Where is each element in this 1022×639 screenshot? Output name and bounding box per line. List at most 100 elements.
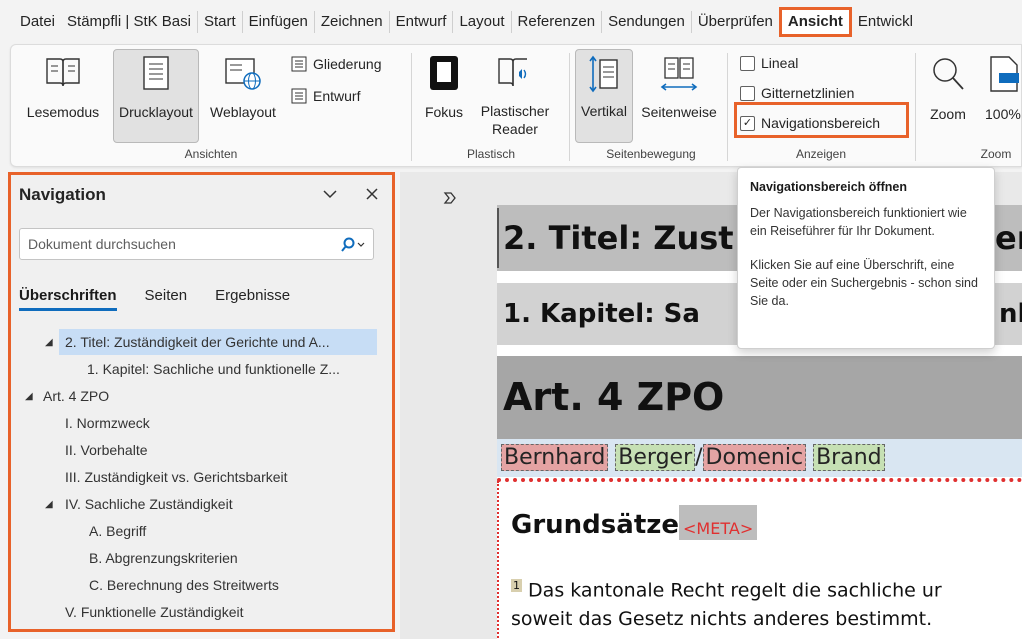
plastischer-reader-button[interactable]: Plastischer Reader bbox=[473, 51, 557, 147]
search-placeholder: Dokument durchsuchen bbox=[28, 236, 176, 252]
author-tag[interactable]: Berger bbox=[615, 444, 696, 471]
author-tag[interactable]: Brand bbox=[813, 444, 885, 471]
tree-item-begriff[interactable]: A. Begriff bbox=[89, 518, 146, 544]
menu-entwurf[interactable]: Entwurf bbox=[390, 7, 453, 37]
paragraph-line-1: Das kantonale Recht regelt die sachliche… bbox=[528, 579, 942, 602]
side-to-side-icon bbox=[660, 57, 698, 91]
heading-article[interactable]: Art. 4 ZPO bbox=[497, 356, 1022, 439]
paragraph-number: 1 bbox=[511, 579, 522, 592]
menu-start[interactable]: Start bbox=[198, 7, 242, 37]
section-border-left bbox=[497, 481, 499, 639]
menu-einfuegen[interactable]: Einfügen bbox=[243, 7, 314, 37]
authors-line[interactable]: Bernhard Berger / Domenic Brand bbox=[497, 439, 1022, 477]
group-label-anzeigen: Anzeigen bbox=[795, 147, 847, 161]
group-separator bbox=[569, 53, 570, 161]
heading-grundsaetze[interactable]: Grundsätze <META> bbox=[511, 505, 758, 540]
tree-item-sachliche-zustaendigkeit[interactable]: IV. Sachliche Zuständigkeit bbox=[65, 491, 233, 517]
menu-ueberpruefen[interactable]: Überprüfen bbox=[692, 7, 779, 37]
tooltip: Navigationsbereich öffnen Der Navigation… bbox=[737, 167, 995, 349]
author-tag[interactable]: Domenic bbox=[702, 444, 807, 471]
group-separator bbox=[915, 53, 916, 161]
lineal-checkbox[interactable]: Lineal bbox=[740, 55, 798, 71]
menu-referenzen[interactable]: Referenzen bbox=[512, 7, 602, 37]
tree-item-vorbehalte[interactable]: II. Vorbehalte bbox=[65, 437, 148, 463]
lesemodus-label: Lesemodus bbox=[26, 104, 100, 120]
chevron-down-icon[interactable] bbox=[321, 185, 339, 208]
collapse-triangle-icon[interactable]: ◢ bbox=[25, 391, 33, 402]
menu-ansicht[interactable]: Ansicht bbox=[778, 7, 852, 37]
fokus-button[interactable]: Fokus bbox=[419, 51, 469, 143]
weblayout-button[interactable]: Weblayout bbox=[203, 51, 283, 143]
checkbox-box bbox=[740, 55, 755, 71]
gitternetzlinien-label: Gitternetzlinien bbox=[761, 85, 855, 101]
seitenweise-label: Seitenweise bbox=[641, 104, 717, 120]
vertikal-label: Vertikal bbox=[581, 103, 627, 119]
menu-layout[interactable]: Layout bbox=[453, 7, 510, 37]
menu-bar: Datei Stämpfli | StK Basi Start Einfügen… bbox=[0, 0, 1022, 44]
web-layout-icon bbox=[225, 58, 261, 90]
copilot-icon[interactable] bbox=[442, 190, 458, 211]
tree-item-kapitel[interactable]: 1. Kapitel: Sachliche und funktionelle Z… bbox=[87, 356, 340, 382]
tree-item-titel[interactable]: 2. Titel: Zuständigkeit der Gerichte und… bbox=[59, 329, 377, 355]
tooltip-paragraph-2: Klicken Sie auf eine Überschrift, eine S… bbox=[750, 258, 978, 308]
gliederung-button[interactable]: Gliederung bbox=[291, 53, 401, 75]
zoom-100-label: 100% bbox=[985, 106, 1021, 122]
group-separator bbox=[411, 53, 412, 161]
tree-item-funktionelle-zustaendigkeit[interactable]: V. Funktionelle Zuständigkeit bbox=[65, 599, 243, 625]
zoom-label: Zoom bbox=[930, 106, 966, 122]
vertikal-button[interactable]: Vertikal bbox=[575, 49, 633, 143]
tree-item-normzweck[interactable]: I. Normzweck bbox=[65, 410, 150, 436]
paragraph[interactable]: 1 Das kantonale Recht regelt die sachlic… bbox=[511, 571, 942, 634]
navigationsbereich-highlight bbox=[734, 102, 909, 138]
lesemodus-button[interactable]: Lesemodus bbox=[23, 51, 103, 143]
menu-sendungen[interactable]: Sendungen bbox=[602, 7, 691, 37]
menu-datei[interactable]: Datei bbox=[14, 7, 61, 37]
drucklayout-button[interactable]: Drucklayout bbox=[113, 49, 199, 143]
navigation-title: Navigation bbox=[19, 185, 106, 204]
tree-item-abgrenzungskriterien[interactable]: B. Abgrenzungskriterien bbox=[89, 545, 238, 571]
immersive-reader-icon bbox=[498, 58, 527, 87]
tab-seiten[interactable]: Seiten bbox=[145, 287, 188, 311]
heading-kapitel-tail: nl bbox=[999, 299, 1022, 329]
drucklayout-label: Drucklayout bbox=[119, 104, 193, 120]
search-icon[interactable] bbox=[339, 237, 367, 253]
author-tag[interactable]: Bernhard bbox=[501, 444, 609, 471]
group-label-zoom: Zoom bbox=[980, 147, 1012, 161]
magnifier-icon bbox=[933, 58, 964, 90]
gitternetzlinien-checkbox[interactable]: Gitternetzlinien bbox=[740, 85, 854, 101]
meta-tag: <META> bbox=[679, 505, 758, 540]
page-100-icon bbox=[990, 56, 1019, 92]
tree-item-zustaendigkeit-gerichtsbarkeit[interactable]: III. Zuständigkeit vs. Gerichtsbarkeit bbox=[65, 464, 288, 490]
text-cursor bbox=[497, 208, 499, 268]
menu-zeichnen[interactable]: Zeichnen bbox=[315, 7, 389, 37]
tab-ergebnisse[interactable]: Ergebnisse bbox=[215, 287, 290, 311]
search-input[interactable]: Dokument durchsuchen bbox=[19, 228, 374, 260]
seitenweise-button[interactable]: Seitenweise bbox=[637, 51, 721, 143]
heading-titel-tail: er bbox=[995, 219, 1022, 257]
collapse-triangle-icon[interactable]: ◢ bbox=[45, 337, 53, 348]
tooltip-title: Navigationsbereich öffnen bbox=[750, 180, 907, 194]
group-label-ansichten: Ansichten bbox=[184, 147, 238, 161]
collapse-triangle-icon[interactable]: ◢ bbox=[45, 499, 53, 510]
group-label-seitenbewegung: Seitenbewegung bbox=[606, 147, 696, 161]
zoom-100-button[interactable]: 100% bbox=[975, 51, 1021, 143]
plastischer-label: Plastischer bbox=[480, 103, 550, 119]
entwurf-view-button[interactable]: Entwurf bbox=[291, 85, 401, 107]
paragraph-line-2: soweit das Gesetz nichts anderes bestimm… bbox=[511, 608, 933, 631]
close-icon[interactable] bbox=[363, 185, 381, 208]
menu-staempfli[interactable]: Stämpfli | StK Basi bbox=[61, 7, 197, 37]
checkbox-box bbox=[740, 85, 755, 101]
entwurf-view-label: Entwurf bbox=[313, 88, 361, 104]
grundsaetze-text: Grundsätze bbox=[511, 510, 680, 540]
tree-item-streitwert[interactable]: C. Berechnung des Streitwerts bbox=[89, 572, 279, 598]
fokus-label: Fokus bbox=[424, 104, 464, 120]
tooltip-paragraph-1: Der Navigationsbereich funktioniert wie … bbox=[750, 206, 967, 238]
gliederung-label: Gliederung bbox=[313, 56, 382, 72]
menu-entwicklertools[interactable]: Entwickl bbox=[852, 7, 919, 37]
author-separator: / bbox=[695, 445, 703, 470]
lineal-label: Lineal bbox=[761, 55, 799, 71]
zoom-button[interactable]: Zoom bbox=[923, 51, 973, 143]
tree-item-art4[interactable]: Art. 4 ZPO bbox=[43, 383, 109, 409]
focus-icon bbox=[430, 56, 458, 90]
tab-ueberschriften[interactable]: Überschriften bbox=[19, 287, 117, 311]
